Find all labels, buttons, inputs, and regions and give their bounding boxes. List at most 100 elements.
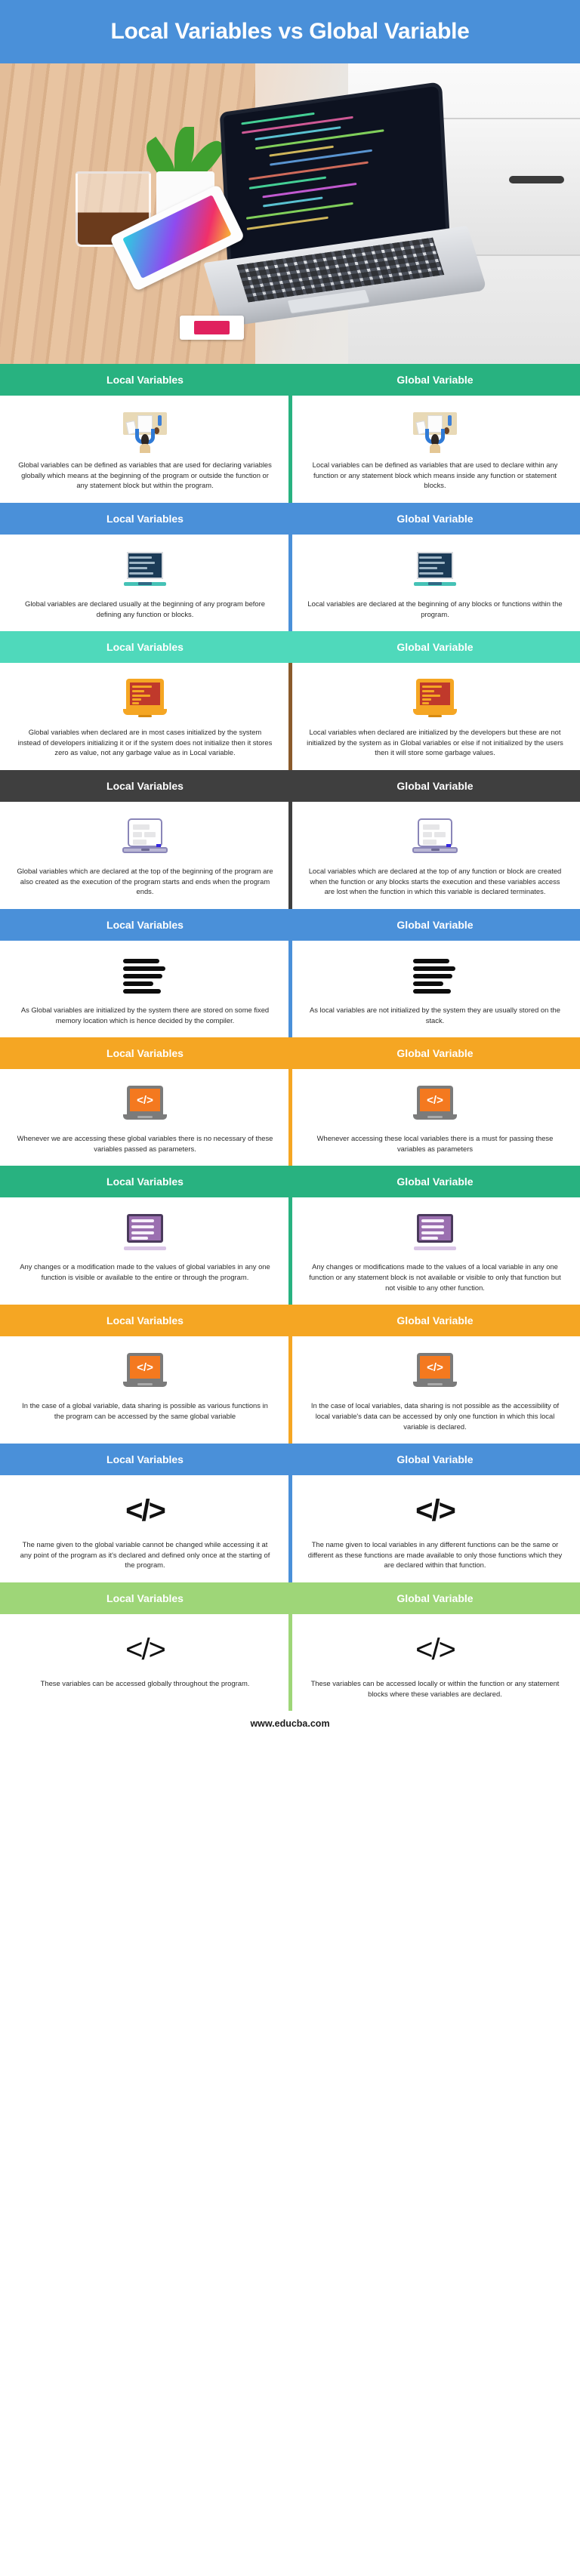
big-code-glyph-icon: </> xyxy=(125,1487,166,1534)
row-9-left-text: The name given to the global variable ca… xyxy=(20,1540,270,1570)
column-label-right: Global Variable xyxy=(396,374,474,386)
page-title-bar: Local Variables vs Global Variable xyxy=(0,0,580,63)
orange-code-laptop-icon: </> xyxy=(413,1081,457,1128)
row-5-left-cell: As Global variables are initialized by t… xyxy=(0,948,290,1028)
column-label-left: Local Variables xyxy=(106,512,184,525)
orange-laptop-icon xyxy=(123,675,167,722)
row-band-6: Local Variables Global Variable xyxy=(0,1037,580,1070)
row-divider xyxy=(288,1475,292,1582)
code-glyph: </> xyxy=(415,1633,456,1666)
red-card xyxy=(180,316,244,340)
orange-laptop-icon xyxy=(413,675,457,722)
purple-monitor-icon xyxy=(414,1209,456,1256)
big-code-glyph-icon: </> xyxy=(415,1487,456,1534)
purple-monitor-icon xyxy=(124,1209,166,1256)
column-label-right: Global Variable xyxy=(396,1592,474,1604)
row-10-right-text: These variables can be accessed locally … xyxy=(310,1679,560,1698)
row-1-right-cell: Local variables can be defined as variab… xyxy=(290,403,580,494)
column-label-left: Local Variables xyxy=(106,780,184,792)
row-body-1: Global variables can be defined as varia… xyxy=(0,396,580,503)
black-lines-icon xyxy=(123,953,167,1000)
row-divider xyxy=(288,1197,292,1305)
infographic-page: Local Variables vs Global Variable Local… xyxy=(0,0,580,1737)
row-9-right-cell: </> The name given to local variables in… xyxy=(290,1483,580,1573)
row-1-right-text: Local variables can be defined as variab… xyxy=(312,461,558,490)
row-4-left-text: Global variables which are declared at t… xyxy=(17,867,273,896)
row-9-right-text: The name given to local variables in any… xyxy=(307,1540,563,1570)
purple-laptop-icon xyxy=(412,814,458,861)
column-label-right: Global Variable xyxy=(396,918,474,931)
row-3-right-text: Local variables when declared are initia… xyxy=(307,728,563,757)
row-6-left-cell: </> Whenever we are accessing these glob… xyxy=(0,1077,290,1157)
row-band-8: Local Variables Global Variable xyxy=(0,1305,580,1337)
row-5-left-text: As Global variables are initialized by t… xyxy=(20,1005,270,1025)
column-label-right: Global Variable xyxy=(396,1314,474,1327)
row-divider xyxy=(288,1069,292,1166)
row-10-left-cell: </> These variables can be accessed glob… xyxy=(0,1622,290,1702)
big-code-glyph-icon: </> xyxy=(415,1626,456,1673)
column-label-left: Local Variables xyxy=(106,1314,184,1327)
row-8-right-text: In the case of local variables, data sha… xyxy=(310,1401,560,1431)
row-divider xyxy=(288,940,292,1038)
dark-monitor-icon xyxy=(124,547,166,593)
row-7-left-cell: Any changes or a modification made to th… xyxy=(0,1205,290,1296)
row-band-9: Local Variables Global Variable xyxy=(0,1444,580,1476)
column-label-right: Global Variable xyxy=(396,1453,474,1466)
orange-code-laptop-icon: </> xyxy=(123,1081,167,1128)
big-code-glyph-icon: </> xyxy=(125,1626,166,1673)
row-band-5: Local Variables Global Variable xyxy=(0,908,580,941)
black-lines-icon xyxy=(413,953,457,1000)
column-label-right: Global Variable xyxy=(396,780,474,792)
dark-monitor-icon xyxy=(414,547,456,593)
desk-worker-icon xyxy=(413,408,457,454)
laptop xyxy=(203,78,489,337)
column-label-left: Local Variables xyxy=(106,1592,184,1604)
row-8-left-cell: </> In the case of a global variable, da… xyxy=(0,1344,290,1434)
column-label-right: Global Variable xyxy=(396,1047,474,1060)
hero-photo xyxy=(0,63,580,364)
row-2-left-cell: Global variables are declared usually at… xyxy=(0,542,290,622)
row-body-7: Any changes or a modification made to th… xyxy=(0,1197,580,1305)
footer: www.educba.com xyxy=(0,1711,580,1737)
column-label-left: Local Variables xyxy=(106,1047,184,1060)
row-7-right-text: Any changes or modifications made to the… xyxy=(309,1262,561,1292)
code-glyph: </> xyxy=(125,1494,166,1528)
column-label-right: Global Variable xyxy=(396,1176,474,1188)
row-9-left-cell: </> The name given to the global variabl… xyxy=(0,1483,290,1573)
row-band-4: Local Variables Global Variable xyxy=(0,770,580,802)
row-body-6: </> Whenever we are accessing these glob… xyxy=(0,1069,580,1166)
row-body-10: </> These variables can be accessed glob… xyxy=(0,1614,580,1712)
row-3-right-cell: Local variables when declared are initia… xyxy=(290,670,580,761)
row-band-3: Local Variables Global Variable xyxy=(0,631,580,664)
row-1-left-text: Global variables can be defined as varia… xyxy=(18,461,272,490)
row-3-left-text: Global variables when declared are in mo… xyxy=(17,728,273,757)
row-band-1: Local Variables Global Variable xyxy=(0,364,580,396)
site-url-link[interactable]: www.educba.com xyxy=(250,1718,329,1729)
row-body-8: </> In the case of a global variable, da… xyxy=(0,1336,580,1444)
row-divider xyxy=(288,534,292,632)
row-divider xyxy=(288,396,292,503)
row-4-left-cell: Global variables which are declared at t… xyxy=(0,809,290,900)
code-glyph: </> xyxy=(415,1494,456,1528)
row-6-left-text: Whenever we are accessing these global v… xyxy=(17,1134,273,1153)
row-10-left-text: These variables can be accessed globally… xyxy=(40,1679,250,1687)
row-10-right-cell: </> These variables can be accessed loca… xyxy=(290,1622,580,1702)
column-label-left: Local Variables xyxy=(106,1176,184,1188)
row-6-right-text: Whenever accessing these local variables… xyxy=(316,1134,554,1153)
row-body-5: As Global variables are initialized by t… xyxy=(0,940,580,1038)
row-divider xyxy=(288,1614,292,1712)
code-glyph: </> xyxy=(125,1633,166,1666)
column-label-right: Global Variable xyxy=(396,512,474,525)
row-2-right-cell: Local variables are declared at the begi… xyxy=(290,542,580,622)
row-2-left-text: Global variables are declared usually at… xyxy=(25,599,265,618)
row-7-right-cell: Any changes or modifications made to the… xyxy=(290,1205,580,1296)
row-7-left-text: Any changes or a modification made to th… xyxy=(20,1262,270,1281)
row-1-left-cell: Global variables can be defined as varia… xyxy=(0,403,290,494)
row-body-4: Global variables which are declared at t… xyxy=(0,802,580,909)
page-title: Local Variables vs Global Variable xyxy=(110,19,470,44)
column-label-left: Local Variables xyxy=(106,641,184,654)
row-divider xyxy=(288,663,292,770)
purple-laptop-icon xyxy=(122,814,168,861)
row-divider xyxy=(288,802,292,909)
row-5-right-text: As local variables are not initialized b… xyxy=(310,1005,560,1025)
